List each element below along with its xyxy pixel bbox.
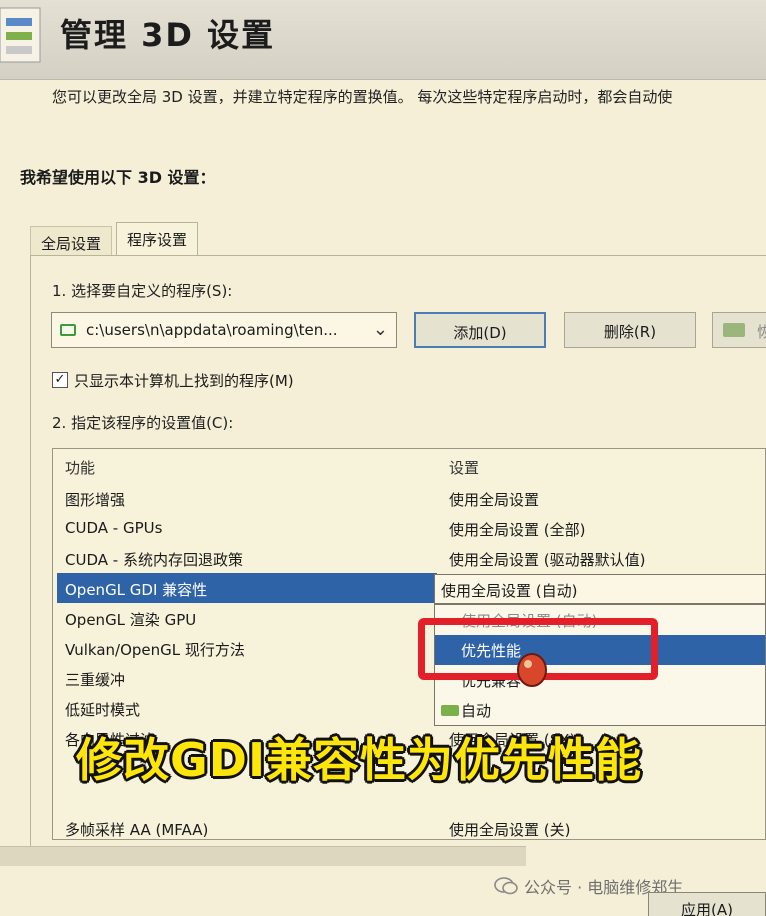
page-title: 管理 3D 设置: [60, 16, 276, 54]
section-heading: 我希望使用以下 3D 设置：: [20, 168, 216, 187]
window-header: 管理 3D 设置: [0, 0, 766, 80]
remove-program-button[interactable]: 删除(R): [564, 312, 696, 348]
tab-global-settings[interactable]: 全局设置: [30, 226, 113, 256]
table-row[interactable]: 图形增强 使用全局设置: [53, 483, 765, 513]
table-row[interactable]: 多帧采样 AA (MFAA) 使用全局设置 (关): [53, 813, 765, 839]
row-feature: CUDA - GPUs: [65, 519, 163, 537]
step2-label: 2. 指定该程序的设置值(C):: [52, 414, 234, 432]
row-setting: 使用全局设置: [449, 491, 540, 509]
restore-button-label: 恢: [757, 323, 766, 341]
add-program-button[interactable]: 添加(D): [414, 312, 546, 348]
table-row[interactable]: CUDA - GPUs 使用全局设置 (全部): [53, 513, 765, 543]
gdi-compat-dropdown[interactable]: 使用全局设置 (自动): [434, 574, 766, 604]
row-feature: OpenGL GDI 兼容性: [65, 581, 208, 599]
row-feature: Vulkan/OpenGL 现行方法: [65, 641, 245, 659]
show-local-programs-checkbox[interactable]: ✓: [52, 372, 68, 388]
mouse-cursor-icon: [517, 653, 547, 687]
row-setting: 使用全局设置 (驱动器默认值): [449, 551, 646, 569]
nvidia-icon: [723, 323, 745, 337]
wechat-icon: [494, 877, 518, 895]
chevron-down-icon[interactable]: ⌄: [373, 319, 388, 340]
step1-label: 1. 选择要自定义的程序(S):: [52, 282, 233, 300]
3d-settings-icon: [0, 7, 41, 63]
program-icon: [60, 324, 76, 336]
row-setting: 使用全局设置 (全部): [449, 521, 586, 539]
tutorial-caption: 修改GDI兼容性为优先性能: [74, 732, 643, 789]
row-feature: 图形增强: [65, 491, 126, 509]
row-setting: 使用全局设置 (关): [449, 821, 571, 839]
horizontal-scrollbar[interactable]: [0, 846, 526, 866]
table-row[interactable]: CUDA - 系统内存回退政策 使用全局设置 (驱动器默认值): [53, 543, 765, 573]
tab-program-settings[interactable]: 程序设置: [116, 222, 199, 256]
restore-button[interactable]: 恢: [712, 312, 766, 348]
row-feature: CUDA - 系统内存回退政策: [65, 551, 243, 569]
show-local-programs-label: 只显示本计算机上找到的程序(M): [74, 372, 294, 390]
column-header-setting: 设置: [449, 459, 480, 477]
column-header-feature: 功能: [65, 459, 96, 477]
row-feature: 低延时模式: [65, 701, 141, 719]
page-description: 您可以更改全局 3D 设置，并建立特定程序的置换值。 每次这些特定程序启动时，都…: [52, 88, 673, 106]
row-feature: 多帧采样 AA (MFAA): [65, 821, 209, 839]
row-feature: 三重缓冲: [65, 671, 126, 689]
row-feature: OpenGL 渲染 GPU: [65, 611, 197, 629]
option-auto[interactable]: 自动: [435, 695, 765, 725]
program-select[interactable]: c:\users\n\appdata\roaming\ten... ⌄: [51, 312, 397, 348]
option-auto-label: 自动: [461, 702, 492, 720]
nvidia-icon: [441, 705, 459, 716]
program-select-value: c:\users\n\appdata\roaming\ten...: [86, 321, 338, 339]
apply-button[interactable]: 应用(A): [648, 892, 766, 916]
